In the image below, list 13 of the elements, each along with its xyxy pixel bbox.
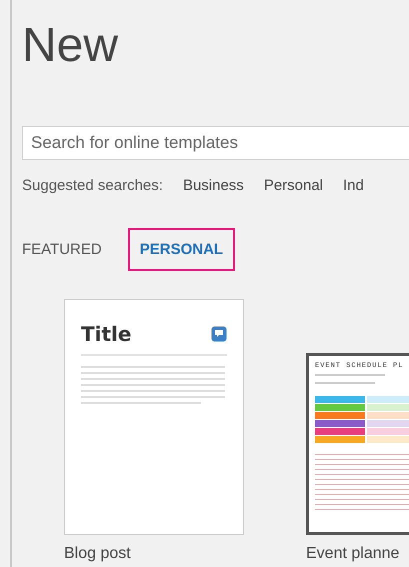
page-title: New	[22, 18, 120, 74]
template-name: Blog post	[64, 545, 132, 563]
search-field[interactable]: Search for online templates	[22, 126, 409, 160]
comment-icon	[211, 326, 227, 342]
category-tab[interactable]: FEATURED	[22, 228, 114, 271]
preview-title: Title	[81, 322, 132, 346]
suggested-link[interactable]: Personal	[264, 177, 324, 194]
suggested-label: Suggested searches:	[22, 177, 163, 194]
template-thumbnail[interactable]: Title	[64, 299, 244, 535]
suggested-link[interactable]: Business	[182, 177, 244, 194]
category-tab[interactable]: PERSONAL	[128, 228, 236, 271]
suggested-link[interactable]: Ind	[343, 177, 364, 194]
template-name: Event planne	[306, 545, 400, 563]
